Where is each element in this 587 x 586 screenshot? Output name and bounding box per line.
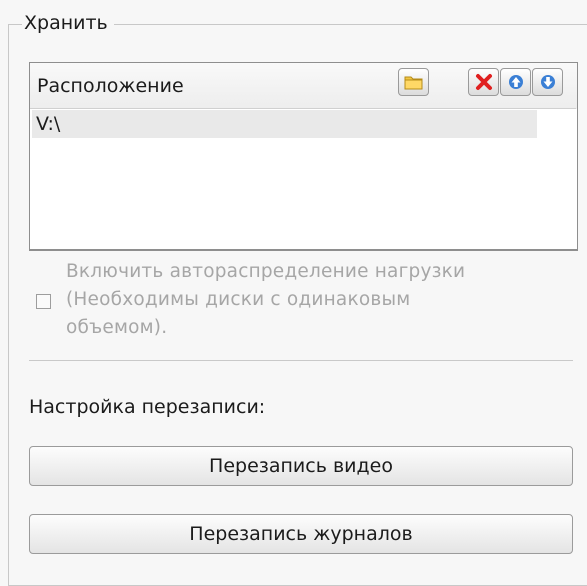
overwrite-logs-button[interactable]: Перезапись журналов [29, 514, 573, 554]
overwrite-video-button[interactable]: Перезапись видео [29, 446, 573, 486]
load-balance-line-2: (Необходимы диски с одинаковым [66, 289, 411, 310]
load-balance-label: Включить автораспределение нагрузки (Нео… [66, 258, 546, 342]
load-balance-checkbox[interactable] [36, 294, 51, 309]
section-divider [29, 360, 573, 361]
load-balance-line-3: объемом). [66, 317, 168, 338]
list-bottom-border [29, 249, 577, 250]
overwrite-settings-label: Настройка перезаписи: [29, 396, 266, 418]
arrow-up-icon [508, 75, 523, 89]
group-title: Хранить [22, 8, 114, 38]
delete-icon [475, 74, 492, 90]
move-down-button[interactable] [532, 68, 563, 96]
move-up-button[interactable] [500, 68, 531, 96]
arrow-down-icon [540, 75, 555, 89]
add-folder-button[interactable] [398, 68, 429, 96]
location-column-header: Расположение [37, 75, 184, 97]
location-item[interactable]: V:\ [32, 110, 537, 138]
load-balance-line-1: Включить автораспределение нагрузки [66, 261, 466, 282]
delete-button[interactable] [468, 68, 499, 96]
folder-icon [404, 76, 422, 90]
